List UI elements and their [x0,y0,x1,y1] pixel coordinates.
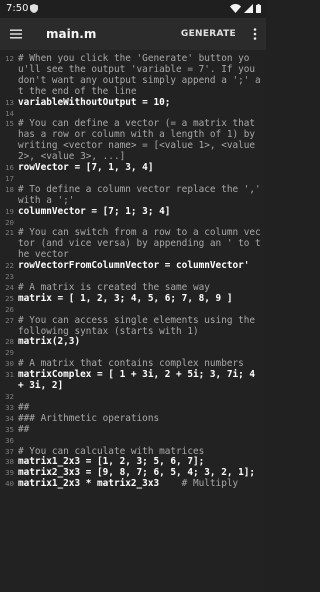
line-number: 17 [5,173,14,183]
line-number: 32 [5,392,14,401]
code-line[interactable]: 27 # You can access single elements using… [5,314,264,338]
line-number: 24 [5,282,14,292]
code-line[interactable]: 32 [5,392,264,403]
file-title: main.m [46,27,97,41]
code-line[interactable]: 18 # To define a column vector replace th… [5,183,266,207]
code-comment: # A matrix is created the same way [18,281,210,293]
code-comment: ### Arithmetic operations [18,412,160,424]
line-number: 22 [5,261,14,271]
code-line[interactable]: 25 matrix = [ 1, 2, 3; 4, 5, 6; 7, 8, 9 ] [5,292,264,305]
code-line[interactable]: 40 matrix1_2x3 * matrix2_3x3 # Multiply [5,478,264,490]
line-number: 14 [5,108,14,118]
wifi-icon [230,4,241,13]
hamburger-menu-icon[interactable] [9,27,23,41]
line-number: 29 [5,348,14,358]
line-number: 26 [5,304,14,314]
line-number: 27 [5,315,14,325]
code-line[interactable]: 19 columnVector = [7; 1; 3; 4] [5,205,264,218]
line-number: 18 [5,184,14,194]
line-number: 37 [5,446,14,456]
code-comment: # You can calculate with matrices [18,445,205,457]
line-number: 39 [5,468,14,478]
code-line[interactable]: 12 # When you click the 'Generate' button… [5,53,264,98]
line-number: 19 [5,206,14,216]
code-statement: variableWithoutOutput = 10; [18,96,171,108]
code-comment: # A matrix that contains complex numbers [18,358,244,370]
line-number: 13 [5,97,14,107]
code-statement: rowVectorFromColumnVector = columnVector… [18,260,250,272]
line-number: 23 [5,272,14,282]
code-statement: rowVector = [7, 1, 3, 4] [18,162,154,174]
code-statement: matrixComplex = [ 1 + 3i, 2 + 5i; 3, 7i;… [18,369,261,392]
generate-button[interactable]: GENERATE [181,18,236,50]
code-line[interactable]: 21 # You can switch from a row to a colum… [5,227,264,261]
code-line[interactable]: 28 matrix(2,3) [5,336,264,348]
line-number: 34 [5,413,14,423]
code-line[interactable]: 15 # You can define a vector (= a matrix … [5,118,264,163]
status-time: 7:50 [6,3,29,14]
line-number: 12 [5,54,14,63]
battery-icon [256,4,261,13]
code-editor[interactable]: 12 # When you click the 'Generate' button… [0,50,266,592]
line-number: 20 [5,217,14,227]
code-statement: columnVector = [7; 1; 3; 4] [18,205,171,217]
code-comment: # You can switch from a row to a column … [18,227,261,261]
line-number: 15 [5,119,14,129]
code-comment: # When you click the 'Generate' button y… [18,53,261,97]
line-number: 28 [5,337,14,347]
line-number: 30 [5,359,14,369]
code-line[interactable]: 34 ### Arithmetic operations [5,412,264,425]
code-comment: # You can define a vector (= a matrix th… [18,118,261,163]
more-vert-icon[interactable] [252,27,258,41]
line-number: 21 [5,228,14,238]
code-statement: matrix2_3x3 = [9, 8, 7; 6, 5, 4; 3, 2, 1… [18,467,256,479]
code-comment: # To define a column vector replace the … [18,183,266,206]
line-number: 36 [5,435,14,445]
code-comment: ## [18,423,30,435]
line-number: 31 [5,370,14,380]
app-bar: main.m GENERATE [0,18,266,50]
line-number: 25 [5,293,14,303]
code-comment: # You can access single elements using t… [18,314,261,337]
line-number: 38 [5,457,14,467]
code-lines[interactable]: 12 # When you click the 'Generate' button… [5,53,266,490]
code-line[interactable]: 22 rowVectorFromColumnVector = columnVect… [5,260,264,272]
line-number: 16 [5,163,14,173]
line-number: 33 [5,402,14,412]
code-statement: matrix = [ 1, 2, 3; 4, 5, 6; 7, 8, 9 ] [18,292,233,304]
code-statement: matrix1_2x3 = [1, 2, 3; 5, 6, 7]; [18,456,205,468]
shield-icon [30,4,38,13]
line-number: 40 [5,479,14,489]
code-line[interactable]: 35 ## [5,423,264,436]
code-comment: ## [18,401,30,413]
status-bar: 7:50 [0,0,266,18]
code-statement: matrix(2,3) [18,336,81,348]
code-line[interactable]: 16 rowVector = [7, 1, 3, 4] [5,162,264,174]
code-line[interactable]: 31 matrixComplex = [ 1 + 3i, 2 + 5i; 3, 7… [5,369,264,392]
code-comment: # Multiply [159,478,239,490]
code-statement: matrix1_2x3 * matrix2_3x3 [18,478,160,490]
signal-icon [244,4,253,13]
code-line[interactable]: 13 variableWithoutOutput = 10; [5,96,264,109]
status-icons [230,4,261,13]
line-number: 35 [5,424,14,434]
